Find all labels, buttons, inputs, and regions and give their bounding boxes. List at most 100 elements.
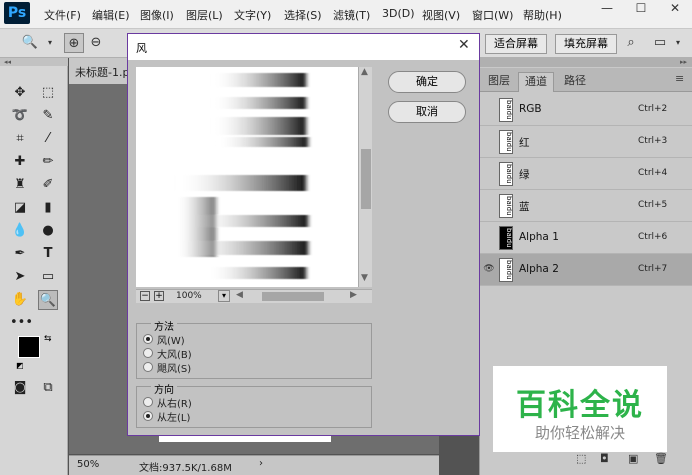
radio-from-right[interactable]: [143, 397, 153, 407]
dodge-tool-icon[interactable]: ●: [38, 221, 58, 241]
move-tool-icon[interactable]: ✥: [10, 83, 30, 103]
tab-layers[interactable]: 图层: [482, 72, 516, 92]
search-icon[interactable]: ⌕: [621, 33, 641, 53]
more-tools-icon[interactable]: •••: [10, 313, 33, 333]
scroll-up-icon[interactable]: ▲: [361, 67, 368, 77]
channel-row[interactable]: baidu 绿 Ctrl+4: [480, 158, 692, 190]
foreground-color-swatch[interactable]: [18, 336, 40, 358]
visibility-eye-icon[interactable]: [483, 104, 495, 116]
visibility-eye-icon[interactable]: [483, 136, 495, 148]
chevron-down-icon[interactable]: ▾: [40, 33, 60, 53]
screen-mode-icon[interactable]: ⧉: [38, 378, 58, 398]
menu-select[interactable]: 选择(S): [284, 7, 322, 23]
close-window-icon[interactable]: ✕: [658, 0, 692, 18]
vscroll-thumb[interactable]: [361, 149, 371, 209]
menu-file[interactable]: 文件(F): [44, 7, 81, 23]
menu-3d[interactable]: 3D(D): [382, 7, 415, 20]
radio-stagger[interactable]: [143, 362, 153, 372]
menu-edit[interactable]: 编辑(E): [92, 7, 130, 23]
brush-tool-icon[interactable]: ✏: [38, 152, 58, 172]
direction-group: 方向 从右(R) 从左(L): [136, 381, 372, 428]
channel-row[interactable]: baidu 红 Ctrl+3: [480, 126, 692, 158]
blur-tool-icon[interactable]: 💧: [10, 221, 30, 241]
option-blast[interactable]: 大风(B): [157, 346, 192, 361]
menu-view[interactable]: 视图(V): [422, 7, 460, 23]
new-channel-icon[interactable]: ▣: [628, 452, 638, 465]
marquee-tool-icon[interactable]: ⬚: [38, 83, 58, 103]
zoom-in-icon[interactable]: ⊕: [64, 33, 84, 53]
visibility-eye-icon[interactable]: 👁: [483, 264, 495, 276]
ok-button[interactable]: 确定: [388, 71, 466, 93]
hscroll-thumb[interactable]: [262, 292, 324, 301]
delete-channel-icon[interactable]: 🗑: [654, 452, 668, 465]
default-colors-icon[interactable]: ◩: [16, 361, 24, 370]
rectangle-tool-icon[interactable]: ▭: [38, 267, 58, 287]
zoom-tool-preset-icon[interactable]: 🔍: [20, 33, 40, 53]
path-select-icon[interactable]: ➤: [10, 267, 30, 287]
lasso-tool-icon[interactable]: ➰: [10, 106, 30, 126]
save-selection-icon[interactable]: ◘: [600, 452, 609, 465]
gradient-tool-icon[interactable]: ▮: [38, 198, 58, 218]
quick-mask-icon[interactable]: ◙: [10, 378, 30, 398]
healing-brush-icon[interactable]: ✚: [10, 152, 30, 172]
crop-tool-icon[interactable]: ⌗: [10, 129, 30, 149]
menu-layer[interactable]: 图层(L): [186, 7, 223, 23]
zoom-out-icon[interactable]: ⊖: [86, 33, 106, 53]
option-stagger[interactable]: 飓风(S): [157, 360, 191, 375]
workspace-icon[interactable]: ▭: [650, 33, 670, 53]
cancel-button[interactable]: 取消: [388, 101, 466, 123]
channel-row[interactable]: baidu RGB Ctrl+2: [480, 94, 692, 126]
panel-collapse-icon[interactable]: ▸▸: [480, 58, 692, 67]
visibility-eye-icon[interactable]: [483, 232, 495, 244]
option-wind[interactable]: 风(W): [157, 332, 185, 347]
minimize-icon[interactable]: —: [590, 0, 624, 18]
visibility-eye-icon[interactable]: [483, 168, 495, 180]
preview-zoom-out-icon[interactable]: −: [140, 291, 150, 301]
preview-zoom-in-icon[interactable]: +: [154, 291, 164, 301]
menu-help[interactable]: 帮助(H): [523, 7, 562, 23]
swap-colors-icon[interactable]: ⇆: [44, 334, 52, 344]
eyedropper-icon[interactable]: ⁄: [38, 129, 58, 149]
filter-preview[interactable]: [136, 67, 358, 287]
menu-image[interactable]: 图像(I): [140, 7, 174, 23]
preview-vscrollbar[interactable]: ▲ ▼: [358, 67, 372, 287]
pen-tool-icon[interactable]: ✒: [10, 244, 30, 264]
document-tab[interactable]: 未标题-1.p: [75, 64, 129, 80]
maximize-icon[interactable]: ☐: [624, 0, 658, 18]
channel-row[interactable]: 👁 baidu Alpha 2 Ctrl+7: [480, 254, 692, 286]
hand-tool-icon[interactable]: ✋: [10, 290, 30, 310]
radio-from-left[interactable]: [143, 411, 153, 421]
history-brush-icon[interactable]: ✐: [38, 175, 58, 195]
panel-menu-icon[interactable]: ≡: [675, 72, 684, 85]
option-from-right[interactable]: 从右(R): [157, 395, 192, 410]
quick-select-icon[interactable]: ✎: [38, 106, 58, 126]
clone-stamp-icon[interactable]: ♜: [10, 175, 30, 195]
menu-window[interactable]: 窗口(W): [472, 7, 513, 23]
radio-wind[interactable]: [143, 334, 153, 344]
radio-blast[interactable]: [143, 348, 153, 358]
workspace-chevron-icon[interactable]: ▾: [668, 33, 688, 53]
close-icon[interactable]: ✕: [458, 37, 470, 53]
load-selection-icon[interactable]: ⬚: [576, 452, 586, 465]
fill-screen-button[interactable]: 填充屏幕: [555, 34, 617, 54]
type-tool-icon[interactable]: T: [38, 244, 58, 264]
zoom-dropdown-icon[interactable]: ▾: [218, 290, 230, 302]
zoom-level[interactable]: 50%: [77, 459, 99, 470]
eraser-tool-icon[interactable]: ◪: [10, 198, 30, 218]
tab-paths[interactable]: 路径: [558, 72, 592, 92]
scroll-right-icon[interactable]: ▶: [350, 290, 357, 300]
collapse-icon[interactable]: ◂◂: [0, 58, 68, 66]
dialog-title-bar: 风 ✕: [128, 34, 479, 60]
menu-type[interactable]: 文字(Y): [234, 7, 271, 23]
channel-row[interactable]: baidu 蓝 Ctrl+5: [480, 190, 692, 222]
scroll-left-icon[interactable]: ◀: [236, 290, 243, 300]
status-menu-arrow-icon[interactable]: ›: [259, 458, 263, 469]
tab-channels[interactable]: 通道: [518, 72, 554, 92]
option-from-left[interactable]: 从左(L): [157, 409, 190, 424]
fit-screen-button[interactable]: 适合屏幕: [485, 34, 547, 54]
visibility-eye-icon[interactable]: [483, 200, 495, 212]
channel-row[interactable]: baidu Alpha 1 Ctrl+6: [480, 222, 692, 254]
scroll-down-icon[interactable]: ▼: [361, 273, 368, 283]
zoom-tool-icon[interactable]: 🔍: [38, 290, 58, 310]
menu-filter[interactable]: 滤镜(T): [333, 7, 370, 23]
